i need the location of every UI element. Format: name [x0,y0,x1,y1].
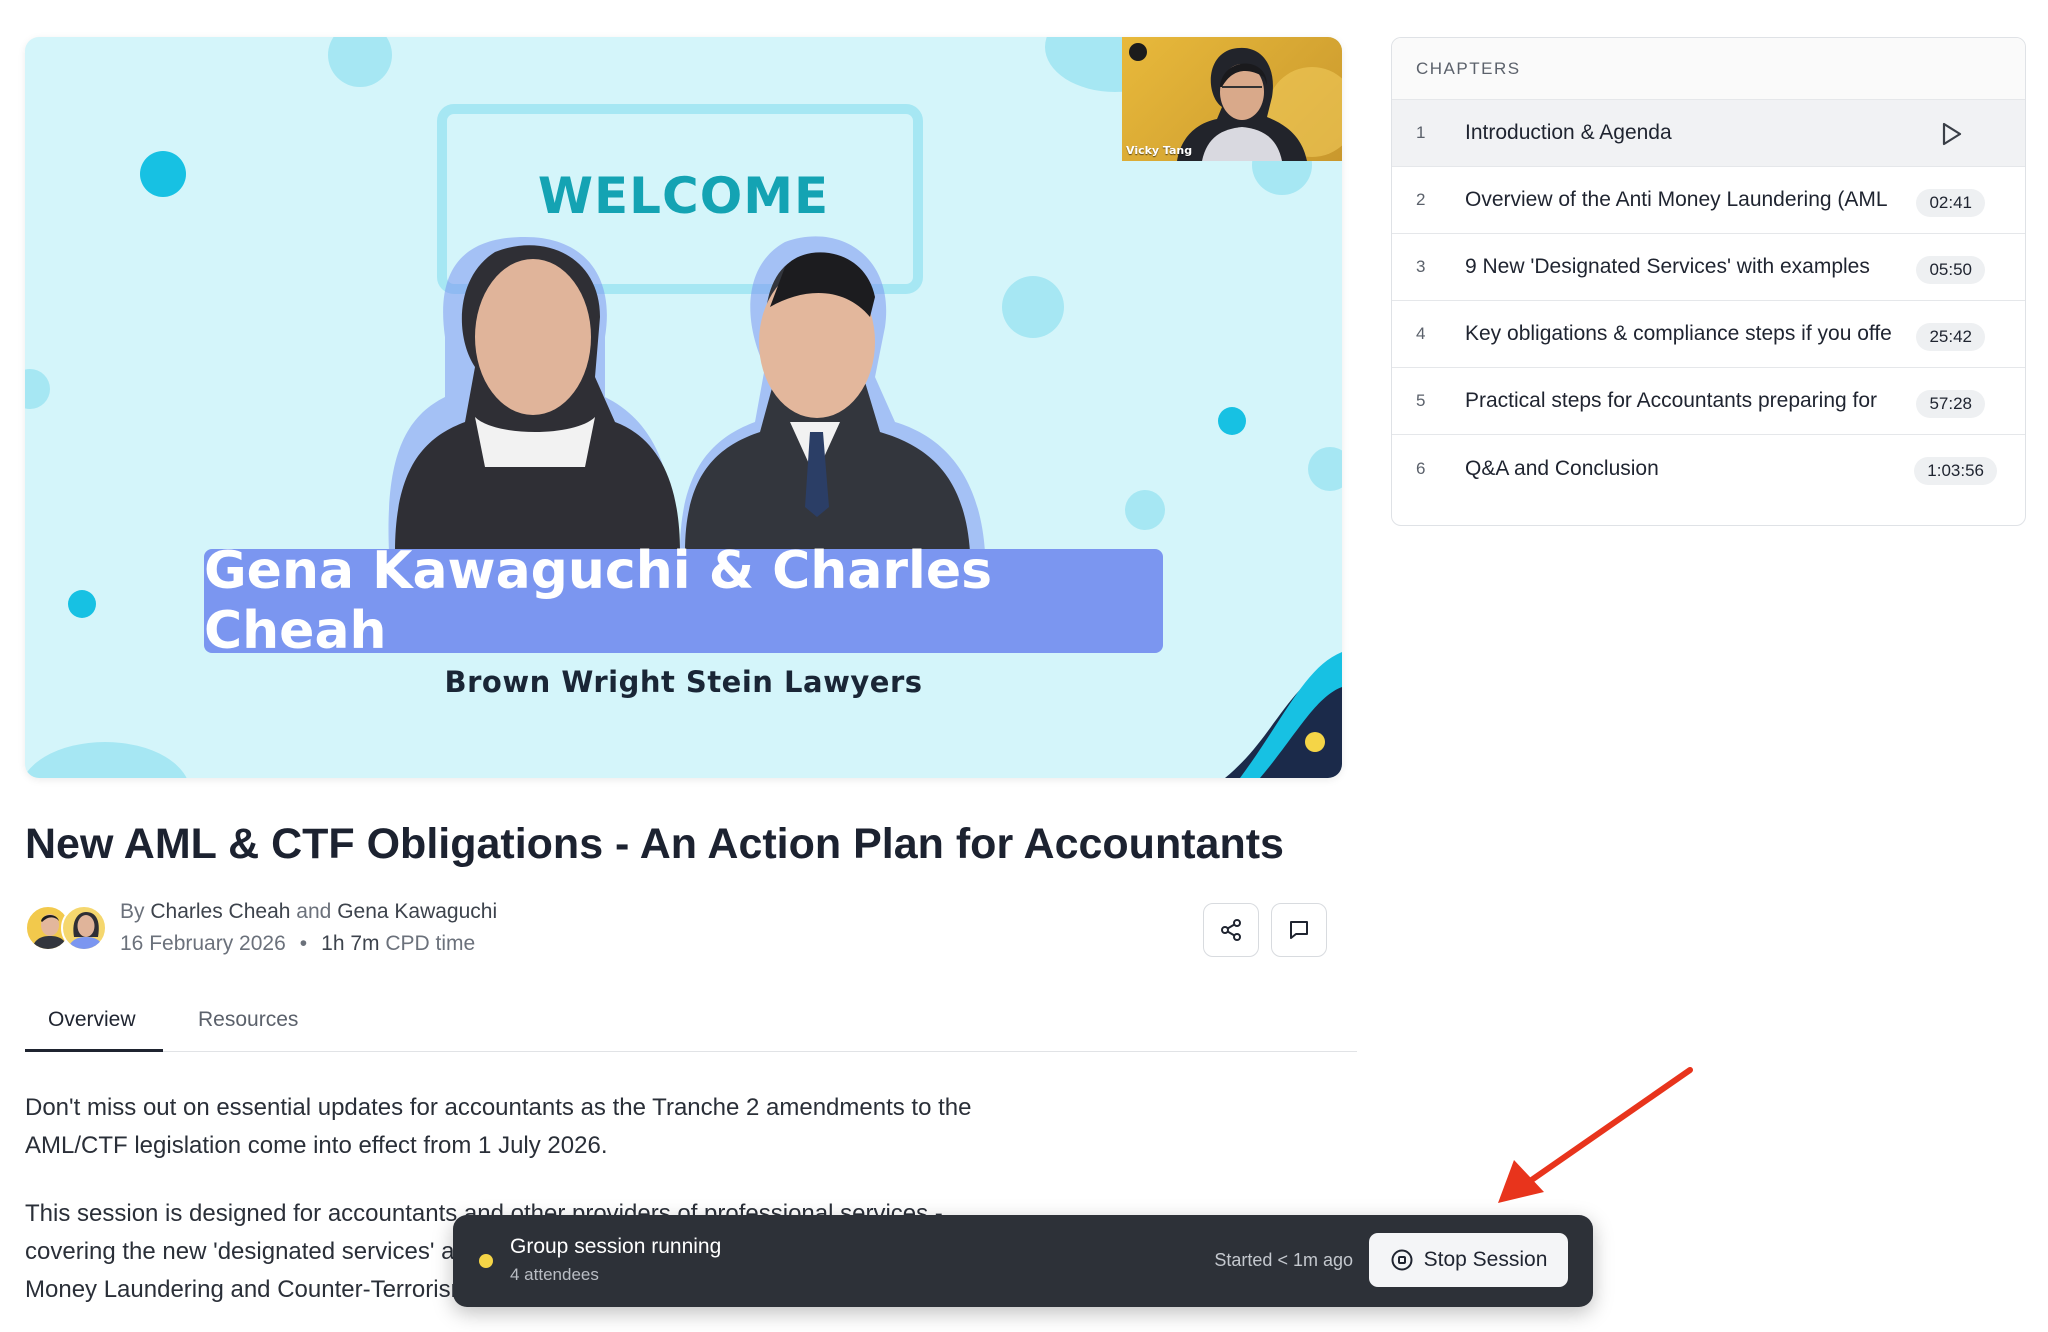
share-button[interactable] [1203,903,1259,957]
slide-firm-name: Brown Wright Stein Lawyers [444,665,923,699]
page-title: New AML & CTF Obligations - An Action Pl… [25,820,1284,868]
chapter-timestamp: 05:50 [1916,256,1985,284]
meta-separator: • [299,932,308,955]
group-session-bar: Group session running 4 attendees Starte… [453,1215,1593,1307]
chapter-title: Q&A and Conclusion [1465,456,1659,480]
comment-icon [1290,921,1308,939]
chapters-panel: CHAPTERS 1 Introduction & Agenda 2 Overv… [1391,37,2026,526]
annotation-arrow-icon [1498,1067,1693,1203]
session-started-time: Started < 1m ago [1214,1250,1353,1270]
chapter-number: 5 [1416,391,1426,410]
author-link-charles[interactable]: Charles Cheah [150,900,290,923]
chapter-title: 9 New 'Designated Services' with example… [1465,255,1870,278]
slide-welcome-text: WELCOME [537,167,830,225]
chapter-title: Key obligations & compliance steps if yo… [1465,322,1892,345]
chapters-heading: CHAPTERS [1392,38,2025,100]
tab-overview[interactable]: Overview [48,1008,136,1032]
webcam-person-image [1129,43,1342,161]
author-line: By Charles Cheah and Gena Kawaguchi [120,900,497,924]
course-meta: 16 February 2026 • 1h 7m CPD time [120,932,475,956]
chapter-number: 6 [1416,458,1426,478]
author-link-gena[interactable]: Gena Kawaguchi [337,900,497,923]
chapter-timestamp: 02:41 [1916,189,1985,217]
chapter-number: 3 [1416,257,1426,276]
play-icon[interactable] [1937,120,1965,148]
chapter-item-6[interactable]: 6 Q&A and Conclusion 1:03:56 [1392,435,2025,502]
stop-icon [1391,1249,1413,1271]
chapter-item-4[interactable]: 4 Key obligations & compliance steps if … [1392,301,2025,368]
chapter-title: Introduction & Agenda [1465,121,1672,144]
chapter-title: Practical steps for Accountants preparin… [1465,389,1878,412]
chapter-title: Overview of the Anti Money Laundering (A… [1465,188,1888,211]
video-player[interactable]: WELCOME Gena Kawaguchi & Charles Cheah B… [25,37,1342,778]
stop-session-button[interactable]: Stop Session [1369,1233,1568,1287]
course-duration-suffix: CPD time [385,932,476,955]
avatar [61,905,107,951]
chapter-number: 4 [1416,324,1426,343]
chapter-timestamp: 25:42 [1916,323,1985,351]
author-and: and [296,900,332,923]
stop-session-label: Stop Session [1423,1248,1548,1271]
chapter-item-1[interactable]: 1 Introduction & Agenda [1392,100,2025,167]
description-paragraph-1: Don't miss out on essential updates for … [25,1094,972,1159]
session-status-title: Group session running [510,1235,722,1258]
session-status-dot [479,1254,493,1268]
session-attendees: 4 attendees [510,1265,599,1284]
tab-resources[interactable]: Resources [198,1008,298,1032]
chapter-item-3[interactable]: 3 9 New 'Designated Services' with examp… [1392,234,2025,301]
chapter-timestamp: 57:28 [1916,390,1985,418]
comment-button[interactable] [1271,903,1327,957]
chapter-item-5[interactable]: 5 Practical steps for Accountants prepar… [1392,368,2025,435]
active-tab-indicator [25,1049,163,1052]
webcam-name-label: Vicky Tang [1126,144,1193,157]
share-icon [1221,919,1241,941]
chapter-timestamp: 1:03:56 [1914,457,1997,485]
content-tabs: Overview Resources [25,1000,1357,1052]
course-date: 16 February 2026 [120,932,286,955]
presenter-webcam: Vicky Tang [1122,37,1342,161]
slide-presenters-banner: Gena Kawaguchi & Charles Cheah [204,541,1163,661]
author-by: By [120,900,145,923]
course-duration: 1h 7m [321,932,380,955]
chapter-item-2[interactable]: 2 Overview of the Anti Money Laundering … [1392,167,2025,234]
author-avatars [25,905,115,953]
chapter-number: 1 [1416,123,1426,142]
chapter-number: 2 [1416,190,1426,209]
